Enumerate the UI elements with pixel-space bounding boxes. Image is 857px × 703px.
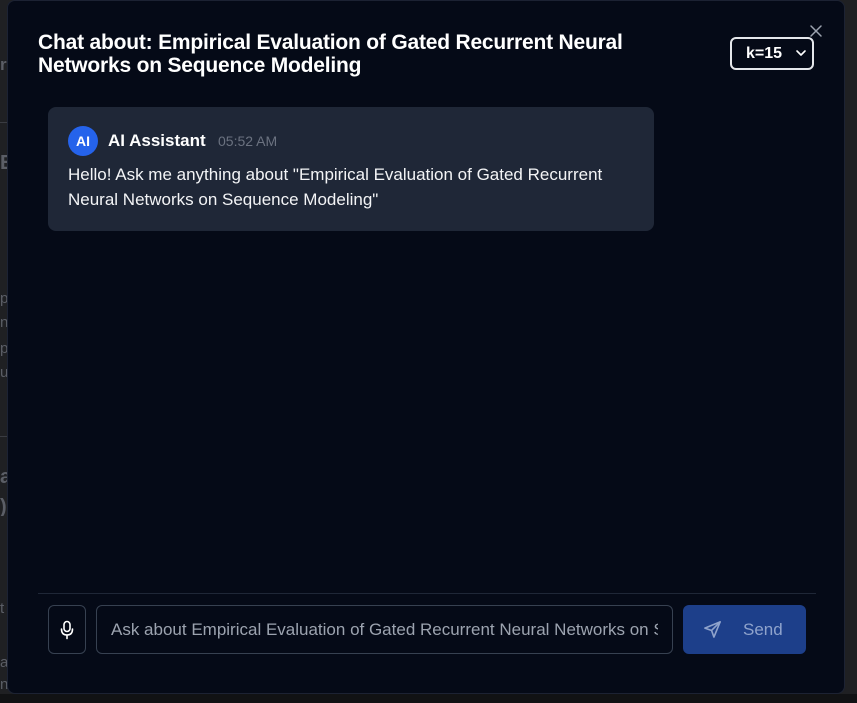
modal-title: Chat about: Empirical Evaluation of Gate… (38, 31, 623, 77)
k-select-value: k=15 (746, 44, 783, 62)
chat-input[interactable] (96, 605, 673, 654)
close-icon[interactable] (808, 23, 824, 39)
chevron-down-icon (796, 50, 806, 56)
message-timestamp: 05:52 AM (218, 133, 278, 149)
microphone-button[interactable] (48, 605, 86, 654)
message-text: Hello! Ask me anything about "Empirical … (68, 165, 603, 209)
composer-divider (38, 593, 816, 594)
send-icon (704, 621, 721, 638)
microphone-icon (60, 620, 74, 639)
send-button-label: Send (743, 620, 783, 639)
message-bubble: AI AI Assistant 05:52 AM Hello! Ask me a… (48, 107, 654, 231)
chat-modal: Chat about: Empirical Evaluation of Gate… (7, 0, 845, 694)
avatar: AI (68, 126, 98, 156)
send-button[interactable]: Send (683, 605, 806, 654)
background-footer-strip (0, 694, 857, 703)
message-sender: AI Assistant (108, 131, 206, 150)
k-select[interactable]: k=15 (730, 37, 814, 70)
